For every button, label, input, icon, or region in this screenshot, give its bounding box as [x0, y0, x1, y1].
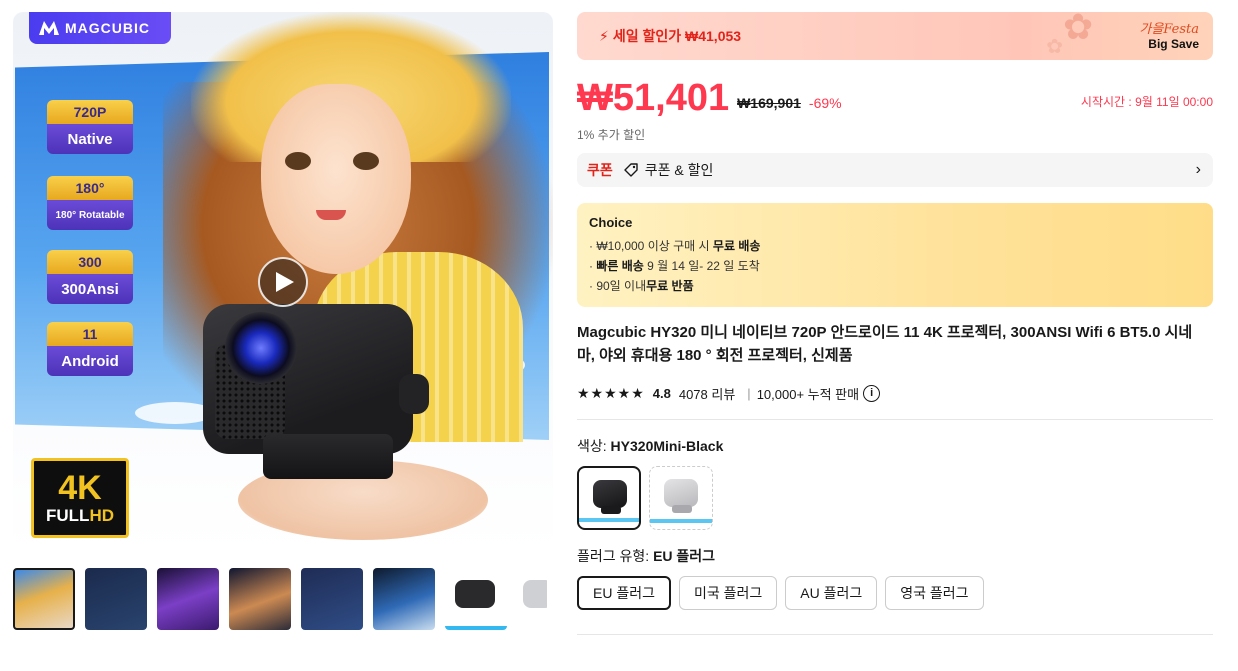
plug-value: EU 플러그 — [653, 548, 716, 564]
badge-full-text: FULL — [46, 506, 90, 525]
color-swatches — [577, 466, 1213, 530]
divider — [577, 634, 1213, 635]
feature-top: 720P — [47, 100, 133, 124]
original-price: ₩169,901 — [737, 95, 801, 111]
product-gallery: MAGCUBIC 720P Native 180° 180° Rotatable… — [13, 12, 553, 630]
thumbnail-1[interactable] — [13, 568, 75, 630]
plug-option-uk[interactable]: 영국 플러그 — [885, 576, 984, 610]
magcubic-logo-icon — [39, 21, 59, 35]
sale-start-time: 시작시간 : 9월 11일 00:00 — [1080, 95, 1213, 109]
choice-line-text: 9 월 14 일- 22 일 도착 — [643, 259, 760, 273]
illustration-face — [261, 84, 411, 274]
badge-hd-text: HD — [89, 506, 114, 525]
sold-count: 10,000+ 누적 판매 — [756, 386, 860, 402]
feature-top: 180° — [47, 176, 133, 200]
festa-title: 가을Festa — [1139, 22, 1199, 37]
thumbnail-3[interactable] — [157, 568, 219, 630]
feature-top: 11 — [47, 322, 133, 346]
flower-icon: ✿ — [1046, 36, 1063, 58]
feature-bottom: Android — [47, 346, 133, 376]
discount-percent: -69% — [808, 95, 842, 111]
feature-bottom: Native — [47, 124, 133, 154]
feature-badge-ansi: 300 300Ansi — [47, 250, 133, 304]
info-icon[interactable]: i — [863, 384, 881, 402]
4k-badge: 4K FULLHD — [31, 458, 129, 538]
thumbnail-2[interactable] — [85, 568, 147, 630]
star-rating-icon: ★★★★★ — [577, 384, 645, 401]
brand-logo: MAGCUBIC — [29, 12, 171, 44]
plug-label: 플러그 유형: — [577, 548, 654, 564]
badge-4k-text: 4K — [58, 469, 102, 507]
feature-bottom: 180° Rotatable — [47, 200, 133, 230]
choice-line: · 빠른 배송 9 월 14 일- 22 일 도착 — [589, 256, 1201, 276]
color-option-label: 색상: HY320Mini-Black — [577, 436, 1213, 456]
thumbnail-strip — [13, 568, 553, 632]
festa-logo: 가을Festa Big Save — [1139, 18, 1199, 51]
coupon-row[interactable]: 쿠폰 쿠폰 & 할인 › — [577, 153, 1213, 187]
choice-line: · 90일 이내무료 반품 — [589, 276, 1201, 296]
feature-top: 300 — [47, 250, 133, 274]
tag-icon — [624, 163, 638, 177]
illustration-eye — [285, 152, 311, 170]
choice-line-bold: 무료 반품 — [646, 279, 694, 293]
review-count[interactable]: 4078 리뷰 — [679, 384, 735, 403]
current-price: ₩51,401 — [577, 77, 730, 119]
lightning-icon: ⚡ — [599, 27, 609, 44]
plug-option-us[interactable]: 미국 플러그 — [678, 576, 778, 610]
sale-price-label: 세일 할인가 ₩41,053 — [612, 28, 742, 44]
badge-fullhd-text: FULLHD — [46, 506, 114, 526]
feature-badge-android: 11 Android — [47, 322, 133, 376]
choice-line-text: · 90일 이내 — [589, 279, 647, 293]
choice-line: · ₩10,000 이상 구매 시 무료 배송 — [589, 236, 1201, 256]
rating-score: 4.8 — [652, 385, 671, 401]
projector-image — [203, 284, 433, 484]
thumbnail-7[interactable] — [445, 568, 507, 630]
festa-subtitle: Big Save — [1148, 37, 1199, 51]
sale-banner: ⚡ 세일 할인가 ₩41,053 ✿ ✿ 가을Festa Big Save — [577, 12, 1213, 60]
plug-option-au[interactable]: AU 플러그 — [785, 576, 878, 610]
divider — [577, 419, 1213, 420]
choice-line-bold: 빠른 배송 — [596, 259, 644, 273]
color-swatch-black[interactable] — [577, 466, 641, 530]
coupon-text: 쿠폰 & 할인 — [644, 162, 714, 178]
coupon-title: 쿠폰 — [587, 162, 613, 178]
color-value: HY320Mini-Black — [610, 438, 724, 454]
extra-discount: 1% 추가 할인 — [577, 128, 646, 142]
thumbnail-8[interactable] — [517, 568, 547, 630]
product-title: Magcubic HY320 미니 네이티브 720P 안드로이드 11 4K … — [577, 324, 1193, 364]
choice-line-bold: 무료 배송 — [712, 239, 761, 253]
plug-option-label: 플러그 유형: EU 플러그 — [577, 546, 1213, 566]
choice-line-text: · ₩10,000 이상 구매 시 — [589, 239, 713, 253]
flower-icon: ✿ — [1063, 12, 1094, 47]
chevron-right-icon: › — [1195, 161, 1201, 178]
thumbnail-4[interactable] — [229, 568, 291, 630]
rating-row: ★★★★★ 4.8 4078 리뷰 | 10,000+ 누적 판매 i — [577, 383, 1213, 403]
thumbnail-5[interactable] — [301, 568, 363, 630]
color-swatch-grey[interactable] — [649, 466, 713, 530]
illustration-eye — [353, 152, 379, 170]
color-label: 색상: — [577, 438, 611, 454]
thumbnail-6[interactable] — [373, 568, 435, 630]
feature-bottom: 300Ansi — [47, 274, 133, 304]
choice-box: Choice · ₩10,000 이상 구매 시 무료 배송 · 빠른 배송 9… — [577, 203, 1213, 307]
plug-option-eu[interactable]: EU 플러그 — [577, 576, 671, 610]
feature-badge-rotatable: 180° 180° Rotatable — [47, 176, 133, 230]
main-product-image[interactable]: MAGCUBIC 720P Native 180° 180° Rotatable… — [13, 12, 553, 552]
play-icon[interactable] — [258, 257, 308, 307]
product-info-panel: ⚡ 세일 할인가 ₩41,053 ✿ ✿ 가을Festa Big Save ₩5… — [577, 12, 1213, 635]
price-row: ₩51,401 ₩169,901 -69% 시작시간 : 9월 11일 00:0… — [577, 76, 1213, 118]
plug-options: EU 플러그 미국 플러그 AU 플러그 영국 플러그 — [577, 576, 1213, 610]
brand-name: MAGCUBIC — [65, 20, 150, 36]
feature-badge-720p: 720P Native — [47, 100, 133, 154]
separator: | — [747, 385, 751, 401]
choice-title: Choice — [589, 215, 633, 230]
